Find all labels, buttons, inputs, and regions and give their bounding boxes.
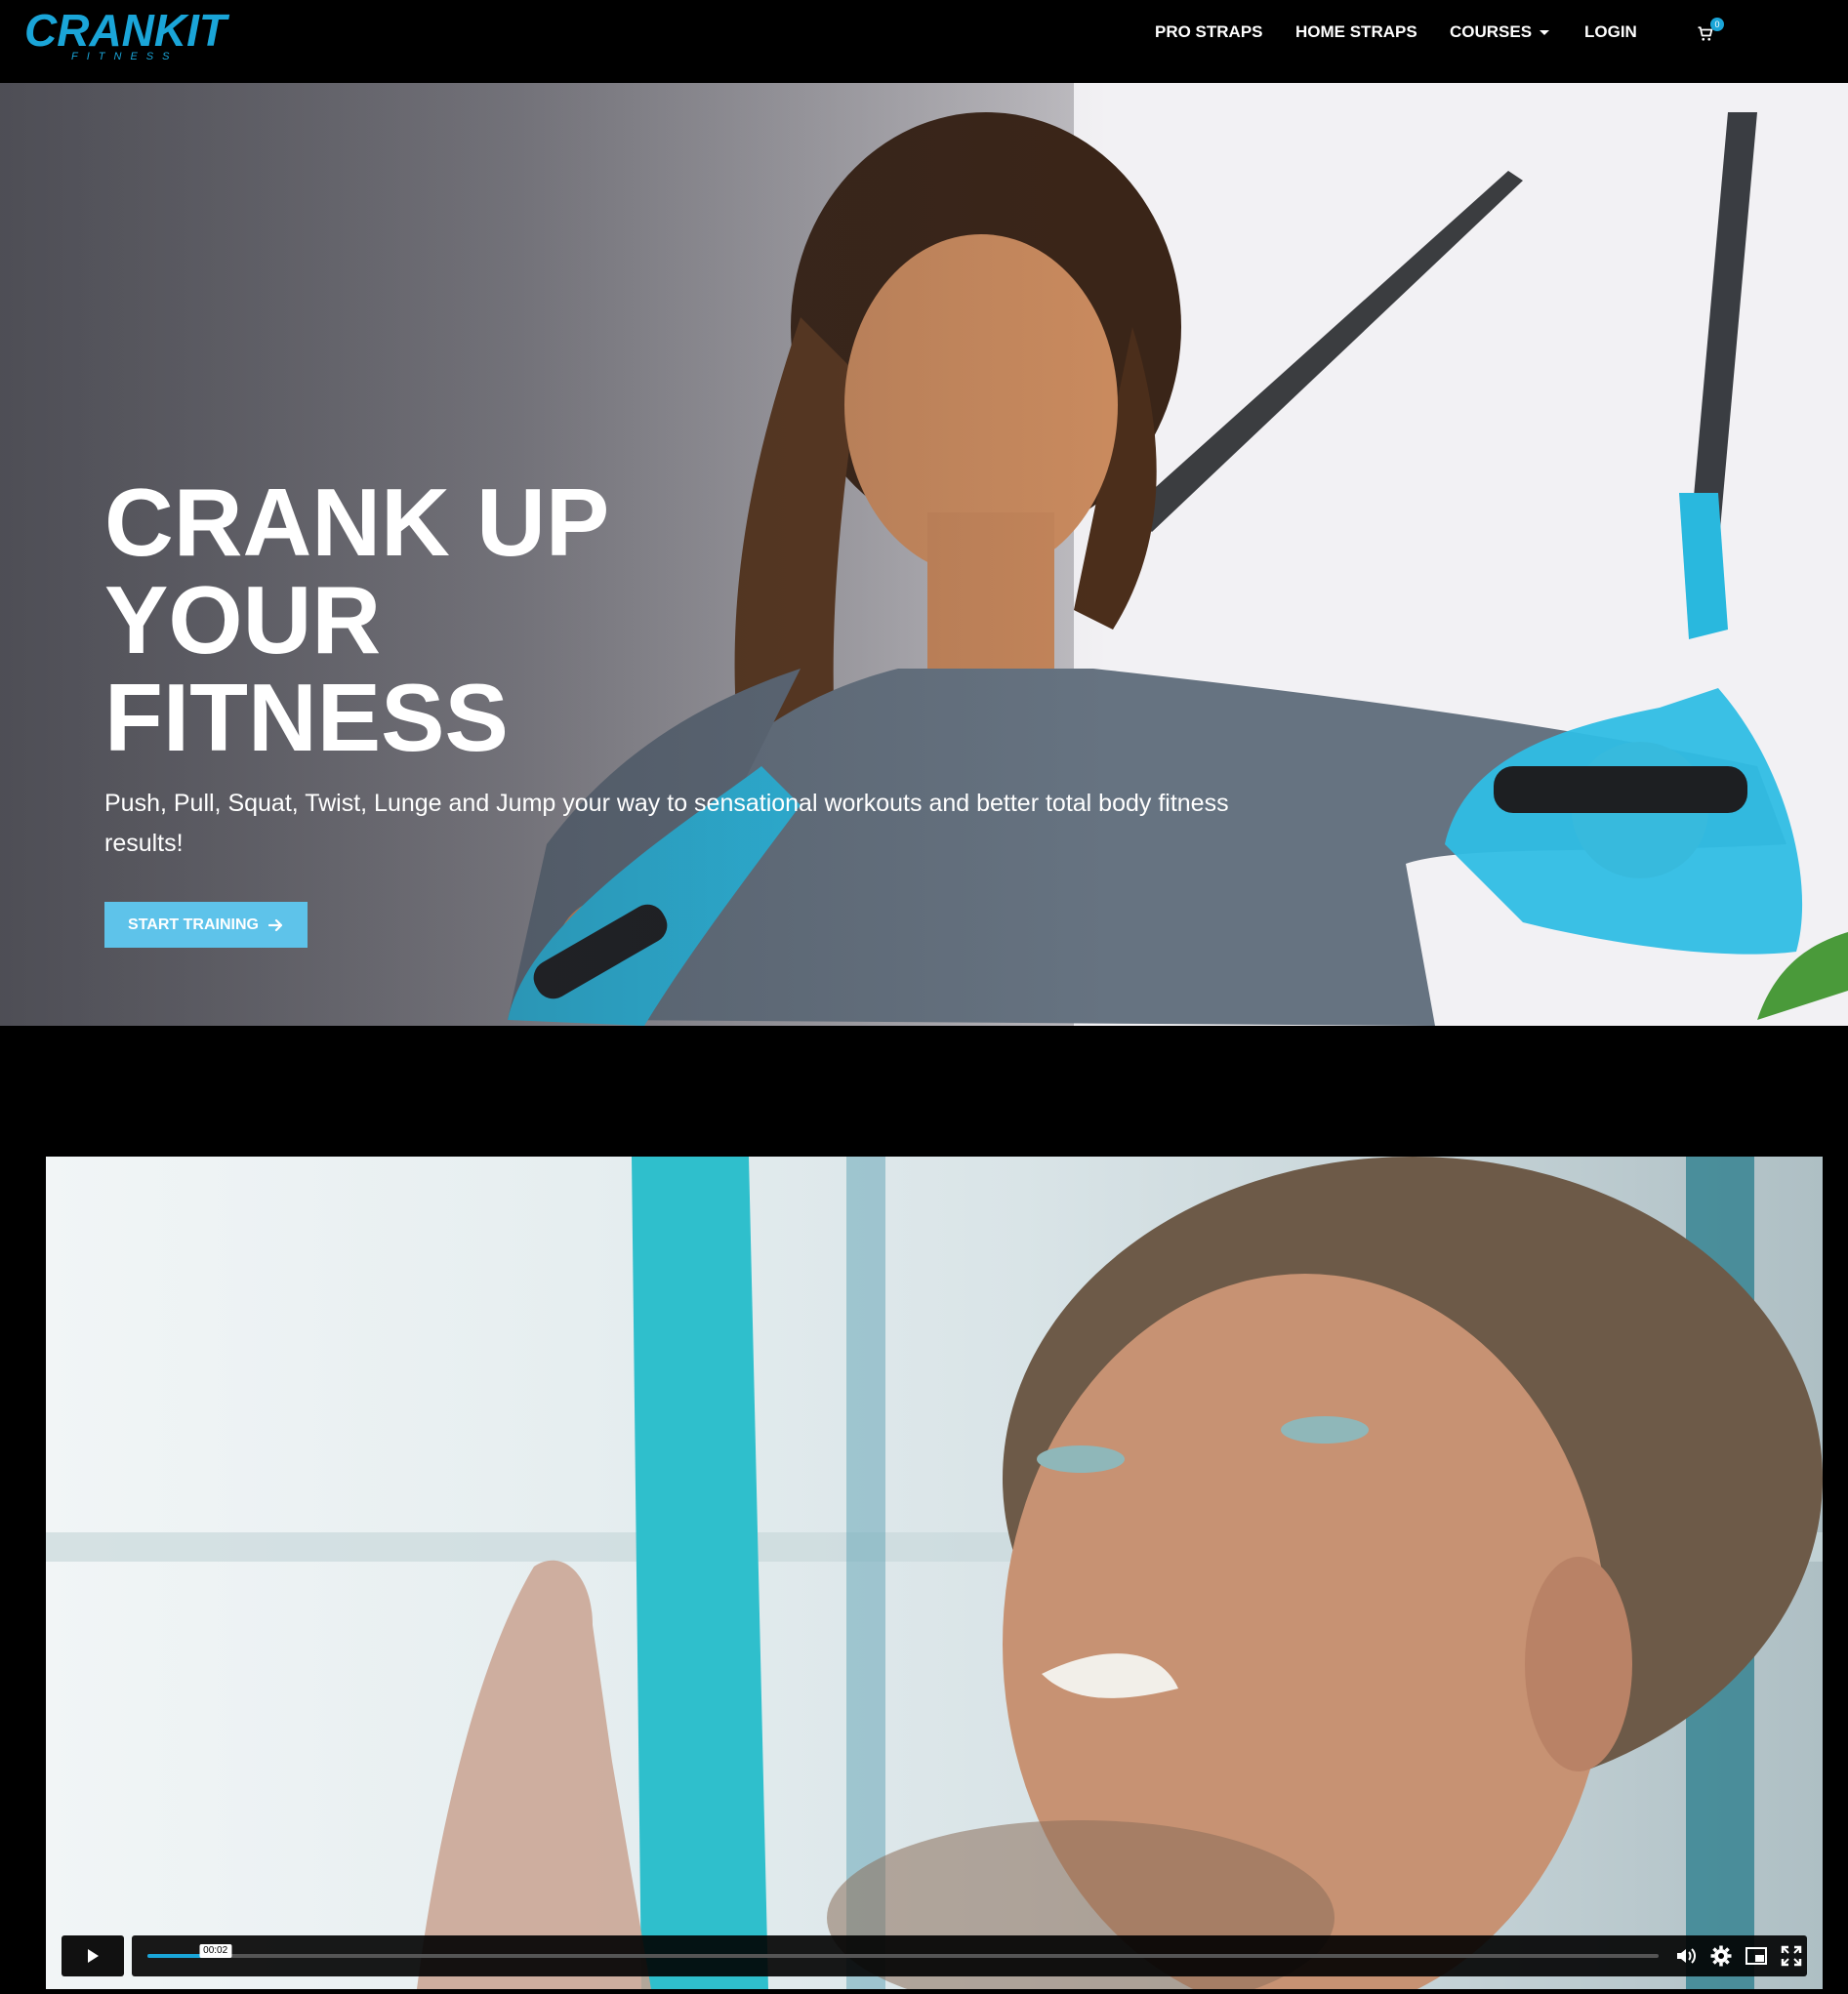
volume-icon[interactable] [1674,1944,1698,1968]
logo-tagline: FITNESS [71,51,179,62]
logo-wordmark: CRANKIT [24,5,226,56]
video-player[interactable]: 00:02 [46,1157,1823,1989]
fullscreen-icon[interactable] [1780,1944,1803,1968]
hero-title: CRANK UP YOUR FITNESS [104,468,608,771]
nav-login[interactable]: LOGIN [1584,22,1637,42]
current-time-tooltip: 00:02 [199,1944,232,1958]
crankit-logo[interactable]: CRANKIT FITNESS [24,5,234,62]
nav-pro-straps[interactable]: PRO STRAPS [1155,22,1263,42]
settings-icon[interactable] [1709,1944,1733,1968]
arrow-right-icon [267,918,283,931]
cart-count-badge: 0 [1710,18,1724,31]
site-header: CRANKIT FITNESS PRO STRAPS HOME STRAPS C… [0,0,1848,83]
play-button[interactable] [62,1935,124,1976]
chevron-down-icon [1540,30,1550,36]
nav-home-straps[interactable]: HOME STRAPS [1295,22,1417,42]
video-controls: 00:02 [62,1935,1807,1976]
hero-subtitle: Push, Pull, Squat, Twist, Lunge and Jump… [104,790,1229,857]
progress-track[interactable]: 00:02 [147,1944,1659,1958]
hero-banner: CRANK UP YOUR FITNESS Push, Pull, Squat,… [0,83,1848,1026]
video-frame-man-looking-up [46,1157,1823,1989]
pip-icon[interactable] [1745,1944,1768,1968]
nav-courses-label: COURSES [1450,22,1533,41]
nav-courses[interactable]: COURSES [1450,22,1550,42]
cart-button[interactable]: 0 [1697,18,1724,45]
start-training-label: START TRAINING [128,916,259,933]
play-icon [88,1949,99,1963]
start-training-button[interactable]: START TRAINING [104,902,308,948]
